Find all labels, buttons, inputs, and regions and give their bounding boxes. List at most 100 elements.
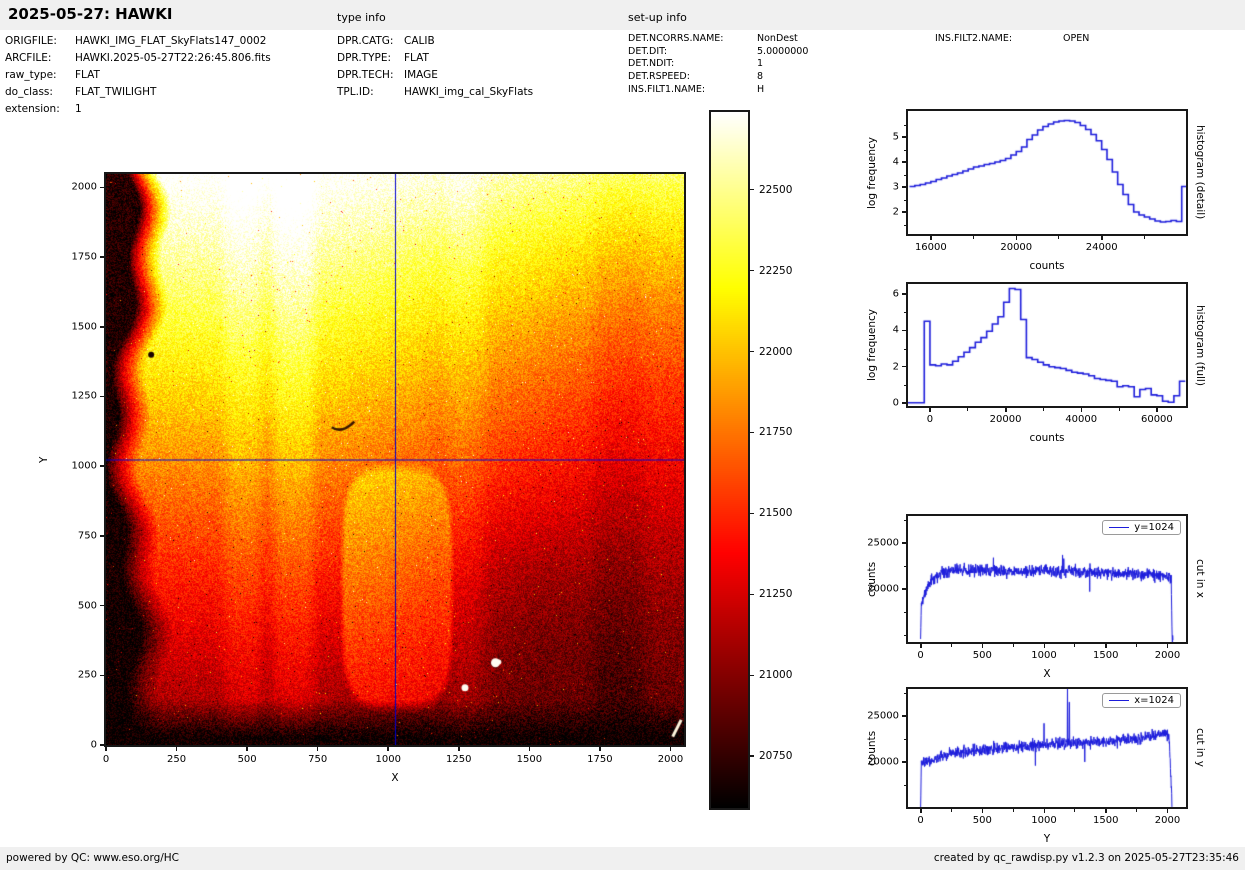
- cut_y-side-label: cut in y: [1194, 689, 1206, 807]
- type-info-value: IMAGE: [404, 69, 438, 81]
- page-title: 2025-05-27: HAWKI: [8, 5, 172, 23]
- setup-info-label: DET.NCORRS.NAME:: [628, 33, 724, 44]
- main-ytick-label: 1250: [72, 391, 97, 402]
- setup-info-value: NonDest: [757, 33, 798, 44]
- setup-info-value: 8: [757, 71, 763, 82]
- hist_detail-ytick: [902, 161, 906, 163]
- hist_detail-xtick: [1101, 236, 1103, 240]
- type-info-label: TPL.ID:: [337, 86, 374, 98]
- file-info-value: HAWKI_IMG_FLAT_SkyFlats147_0002: [75, 35, 266, 47]
- main-ytick: [100, 396, 104, 398]
- colorbar-tick-label: 22000: [759, 346, 792, 358]
- cut_x-legend-line: [1109, 527, 1129, 528]
- file-info-label: ORIGFILE:: [5, 35, 57, 47]
- main-ytick-label: 2000: [72, 182, 97, 193]
- hist_full-ytick-label: 4: [893, 325, 899, 336]
- hist_detail-ytick-label: 2: [893, 207, 899, 218]
- setup-info-value: 1: [757, 58, 763, 69]
- hist_full-yminor: [904, 312, 907, 313]
- cut_y-yminor: [904, 693, 907, 694]
- type-info-value: CALIB: [404, 35, 435, 47]
- cut_x-xminor: [1074, 644, 1075, 647]
- hist_full-ytick: [902, 366, 906, 368]
- colorbar-tick-label: 22250: [759, 265, 792, 277]
- type-info-value: FLAT: [404, 52, 429, 64]
- hist_full-ytick-label: 6: [893, 289, 899, 300]
- main-ytick-label: 1000: [72, 461, 97, 472]
- main-ytick: [100, 187, 104, 189]
- cut_y-xminor: [1136, 809, 1137, 812]
- cut_y-legend: x=1024: [1102, 693, 1181, 708]
- cut_y-xtick: [920, 809, 922, 813]
- main-ytick: [100, 675, 104, 677]
- colorbar-tick: [750, 432, 754, 434]
- cut_y-ytick: [902, 715, 906, 717]
- main-yaxis-label: Y: [38, 174, 50, 745]
- main-ytick: [100, 605, 104, 607]
- hist_full-xaxis-label: counts: [908, 432, 1186, 444]
- cut_y-legend-line: [1109, 700, 1129, 701]
- cut_x-yminor: [904, 635, 907, 636]
- cut_y-xminor: [1013, 809, 1014, 812]
- cut_x-xtick: [920, 644, 922, 648]
- type-info-label: DPR.CATG:: [337, 35, 393, 47]
- hist_detail-xminor: [1144, 236, 1145, 239]
- file-info-value: 1: [75, 103, 82, 115]
- main-xtick-label: 250: [167, 754, 186, 765]
- file-info-label: do_class:: [5, 86, 53, 98]
- cut_y-yaxis-label: counts: [866, 689, 878, 807]
- cut_x-legend: y=1024: [1102, 520, 1181, 535]
- colorbar-tick: [750, 189, 754, 191]
- type-info-label: DPR.TECH:: [337, 69, 394, 81]
- main-xtick: [458, 747, 460, 751]
- hist_detail-xtick-label: 20000: [1000, 242, 1032, 253]
- hist_full-xtick: [1005, 408, 1007, 412]
- hist_detail-yaxis-label: log frequency: [866, 111, 878, 234]
- type-info-label: DPR.TYPE:: [337, 52, 391, 64]
- main-ytick: [100, 256, 104, 258]
- hist_full-xminor: [1043, 408, 1044, 411]
- cut_x-xtick-label: 1000: [1031, 650, 1056, 661]
- hist_full-xminor: [1119, 408, 1120, 411]
- cut_x-yminor: [904, 612, 907, 613]
- hist_full-canvas: [908, 284, 1186, 406]
- cut_y-xtick: [1105, 809, 1107, 813]
- cut_y-xtick-label: 2000: [1155, 815, 1180, 826]
- setup-info-label: DET.NDIT:: [628, 58, 674, 69]
- cut_y-xtick: [982, 809, 984, 813]
- cut_x-side-label: cut in x: [1194, 516, 1206, 642]
- cut_x-ytick: [902, 588, 906, 590]
- main-ytick-label: 1750: [72, 252, 97, 263]
- hist_full-xtick: [929, 408, 931, 412]
- cut_x-xtick-label: 0: [917, 650, 923, 661]
- hist_detail-xminor: [973, 236, 974, 239]
- colorbar-tick: [750, 594, 754, 596]
- main-xtick-label: 1750: [587, 754, 612, 765]
- colorbar-tick-label: 21750: [759, 426, 792, 438]
- file-info-value: FLAT: [75, 69, 100, 81]
- setup-info-value: H: [757, 84, 764, 95]
- file-info-value: HAWKI.2025-05-27T22:26:45.806.fits: [75, 52, 271, 64]
- hist_detail-xminor: [1058, 236, 1059, 239]
- hist_full-yminor: [904, 349, 907, 350]
- cut_y-xtick-label: 0: [917, 815, 923, 826]
- hist_full-xtick: [1081, 408, 1083, 412]
- header-bar: [0, 0, 1245, 30]
- main-xtick-label: 1500: [517, 754, 542, 765]
- cut_x-xtick: [1044, 644, 1046, 648]
- cut_x-xtick-label: 500: [973, 650, 992, 661]
- hist_detail-ytick: [902, 136, 906, 138]
- setup-info-value: 5.0000000: [757, 46, 808, 57]
- cut_x-yminor: [904, 566, 907, 567]
- colorbar-tick-label: 22500: [759, 184, 792, 196]
- main-xtick: [529, 747, 531, 751]
- hist_detail-xtick: [930, 236, 932, 240]
- colorbar-tick-label: 21000: [759, 669, 792, 681]
- cut_y-xaxis-label: Y: [908, 833, 1186, 845]
- setup-info-label: INS.FILT1.NAME:: [628, 84, 705, 95]
- colorbar-tick-label: 21500: [759, 507, 792, 519]
- main-xtick: [599, 747, 601, 751]
- hist_detail-yminor: [904, 125, 907, 126]
- main-xtick: [246, 747, 248, 751]
- setup-info-right-label: INS.FILT2.NAME:: [935, 33, 1012, 44]
